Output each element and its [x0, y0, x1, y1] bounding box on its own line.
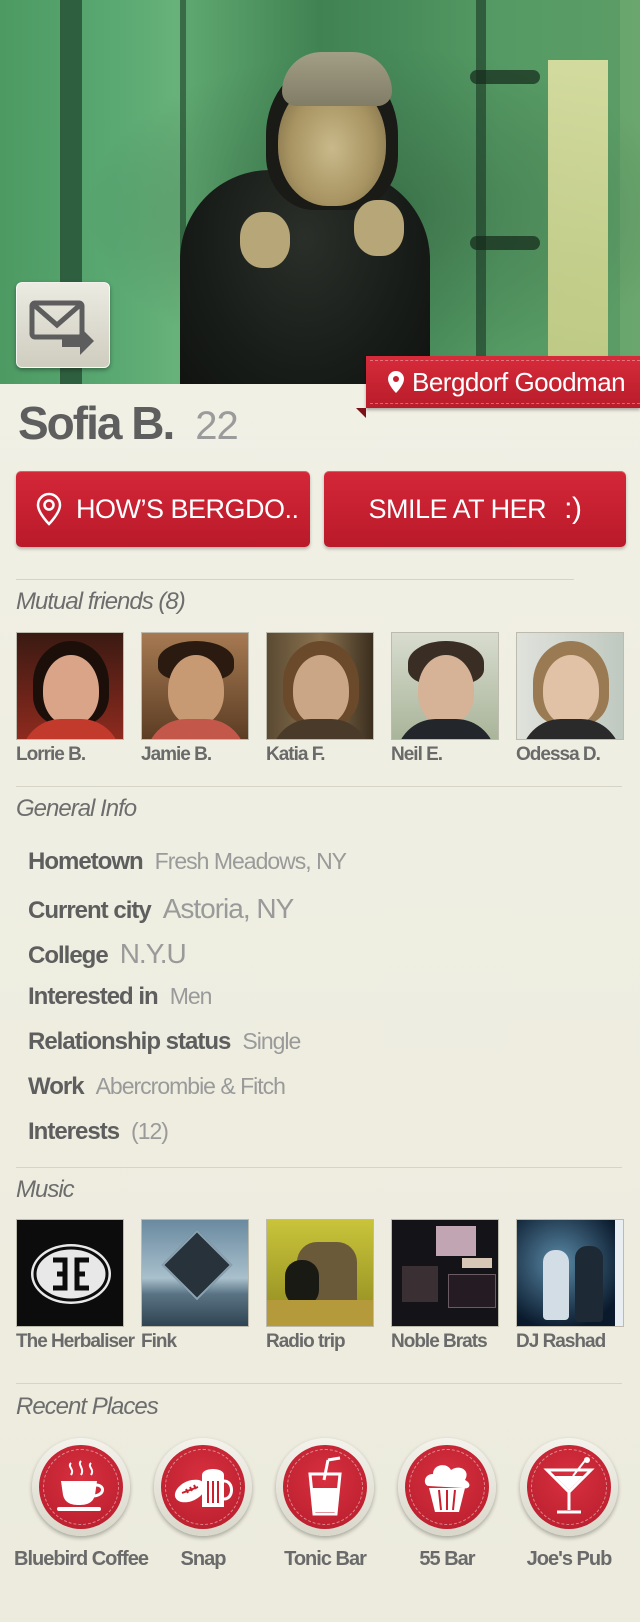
place-item[interactable]: Snap [142, 1438, 264, 1571]
friend-item[interactable]: Neil E. [391, 632, 499, 766]
profile-age: 22 [195, 404, 238, 448]
info-value: (12) [131, 1118, 169, 1144]
football-beer-icon [174, 1469, 233, 1507]
place-badge[interactable] [32, 1438, 130, 1536]
place-item[interactable]: Joe's Pub [508, 1438, 630, 1571]
divider [16, 1167, 622, 1168]
info-row-hometown: Hometown Fresh Meadows, NY [28, 848, 347, 893]
friend-name: Jamie B. [141, 744, 212, 765]
music-item[interactable]: Radio trip [266, 1219, 374, 1353]
friend-photo [141, 632, 249, 740]
place-item[interactable]: Bluebird Coffee [14, 1438, 149, 1571]
music-item[interactable]: DJ Rashad [516, 1219, 624, 1353]
profile-name: Sofia B. [18, 397, 175, 449]
mutual-friends-title: Mutual friends (8) [16, 588, 186, 615]
place-name: Tonic Bar [284, 1548, 367, 1570]
profile-header: Sofia B. 22 [18, 396, 239, 450]
herbaliser-logo-icon [31, 1244, 111, 1304]
album-art [516, 1219, 624, 1327]
info-value: Fresh Meadows, NY [154, 848, 347, 874]
soda-glass-icon [308, 1456, 342, 1516]
friend-photo [516, 632, 624, 740]
info-value: Single [242, 1028, 301, 1054]
friend-name: Neil E. [391, 744, 443, 765]
album-art [141, 1219, 249, 1327]
info-key: Interested in [28, 983, 159, 1010]
music-item[interactable]: Noble Brats [391, 1219, 499, 1353]
ask-about-location-label: HOW’S BERGDO.. [76, 493, 299, 524]
place-name: 55 Bar [419, 1548, 475, 1570]
general-info-list: Hometown Fresh Meadows, NY Current city … [28, 848, 347, 1163]
info-value: Abercrombie & Fitch [95, 1073, 286, 1099]
place-item[interactable]: 55 Bar [386, 1438, 508, 1571]
info-key: Hometown [28, 848, 144, 875]
location-name: Bergdorf Goodman [412, 366, 626, 397]
music-item[interactable]: The Herbaliser [16, 1219, 135, 1353]
recent-places-title: Recent Places [16, 1393, 159, 1420]
music-list: The Herbaliser Fink Radio trip Noble Bra… [16, 1219, 624, 1353]
album-art [16, 1219, 124, 1327]
info-key: Interests [28, 1118, 120, 1145]
send-message-button[interactable] [16, 282, 110, 368]
info-row-relationship-status: Relationship status Single [28, 1028, 346, 1073]
album-art [391, 1219, 499, 1327]
info-row-current-city: Current city Astoria, NY [28, 893, 346, 938]
friend-item[interactable]: Katia F. [266, 632, 374, 766]
friend-item[interactable]: Lorrie B. [16, 632, 124, 766]
info-row-college: College N.Y.U [28, 938, 346, 983]
location-pin-icon [388, 371, 404, 393]
info-key: Work [28, 1073, 85, 1100]
envelope-arrow-icon [29, 300, 94, 355]
info-value: N.Y.U [119, 938, 187, 969]
artist-name: Fink [141, 1331, 177, 1352]
friend-name: Katia F. [266, 744, 326, 765]
divider [16, 579, 574, 580]
info-row-interested-in: Interested in Men [28, 983, 346, 1028]
info-key: Relationship status [28, 1028, 231, 1055]
friend-photo [16, 632, 124, 740]
coffee-cup-icon [57, 1460, 104, 1511]
info-row-work: Work Abercrombie & Fitch [28, 1073, 346, 1118]
divider [16, 1383, 622, 1384]
smile-at-her-button[interactable]: SMILE AT HER :) [324, 471, 626, 547]
friend-photo [266, 632, 374, 740]
place-badge[interactable] [154, 1438, 252, 1536]
location-pin-outline-icon [36, 492, 62, 526]
music-item[interactable]: Fink [141, 1219, 249, 1353]
divider [16, 786, 622, 787]
ask-about-location-button[interactable]: HOW’S BERGDO.. [16, 471, 310, 547]
friend-item[interactable]: Odessa D. [516, 632, 624, 766]
smile-label: SMILE AT HER [368, 493, 547, 524]
info-value: Astoria, NY [162, 893, 295, 924]
artist-name: Noble Brats [391, 1331, 488, 1352]
music-title: Music [16, 1176, 75, 1203]
place-badge[interactable] [520, 1438, 618, 1536]
cupcake-icon [424, 1465, 470, 1512]
place-name: Snap [180, 1548, 227, 1570]
friend-item[interactable]: Jamie B. [141, 632, 249, 766]
artist-name: Radio trip [266, 1331, 346, 1352]
info-value: Men [169, 983, 213, 1009]
info-key: Current city [28, 897, 152, 924]
place-badge[interactable] [398, 1438, 496, 1536]
place-name: Joe's Pub [526, 1548, 613, 1570]
album-art [266, 1219, 374, 1327]
martini-glass-icon [543, 1457, 595, 1514]
mutual-friends-list: Lorrie B. Jamie B. Katia F. Neil E. Odes… [16, 632, 624, 766]
smiley-icon: :) [564, 492, 582, 525]
info-key: College [28, 942, 109, 969]
place-badge[interactable] [276, 1438, 374, 1536]
place-item[interactable]: Tonic Bar [264, 1438, 386, 1571]
artist-name: The Herbaliser [16, 1331, 135, 1352]
artist-name: DJ Rashad [516, 1331, 606, 1352]
location-tag[interactable]: Bergdorf Goodman [356, 356, 640, 418]
friend-name: Lorrie B. [16, 744, 86, 765]
info-row-interests[interactable]: Interests (12) [28, 1118, 346, 1163]
general-info-title: General Info [16, 795, 137, 822]
friend-photo [391, 632, 499, 740]
place-name: Bluebird Coffee [14, 1548, 149, 1570]
recent-places-list: Bluebird Coffee Snap Tonic Bar 55 Bar Jo… [14, 1438, 630, 1571]
friend-name: Odessa D. [516, 744, 601, 765]
